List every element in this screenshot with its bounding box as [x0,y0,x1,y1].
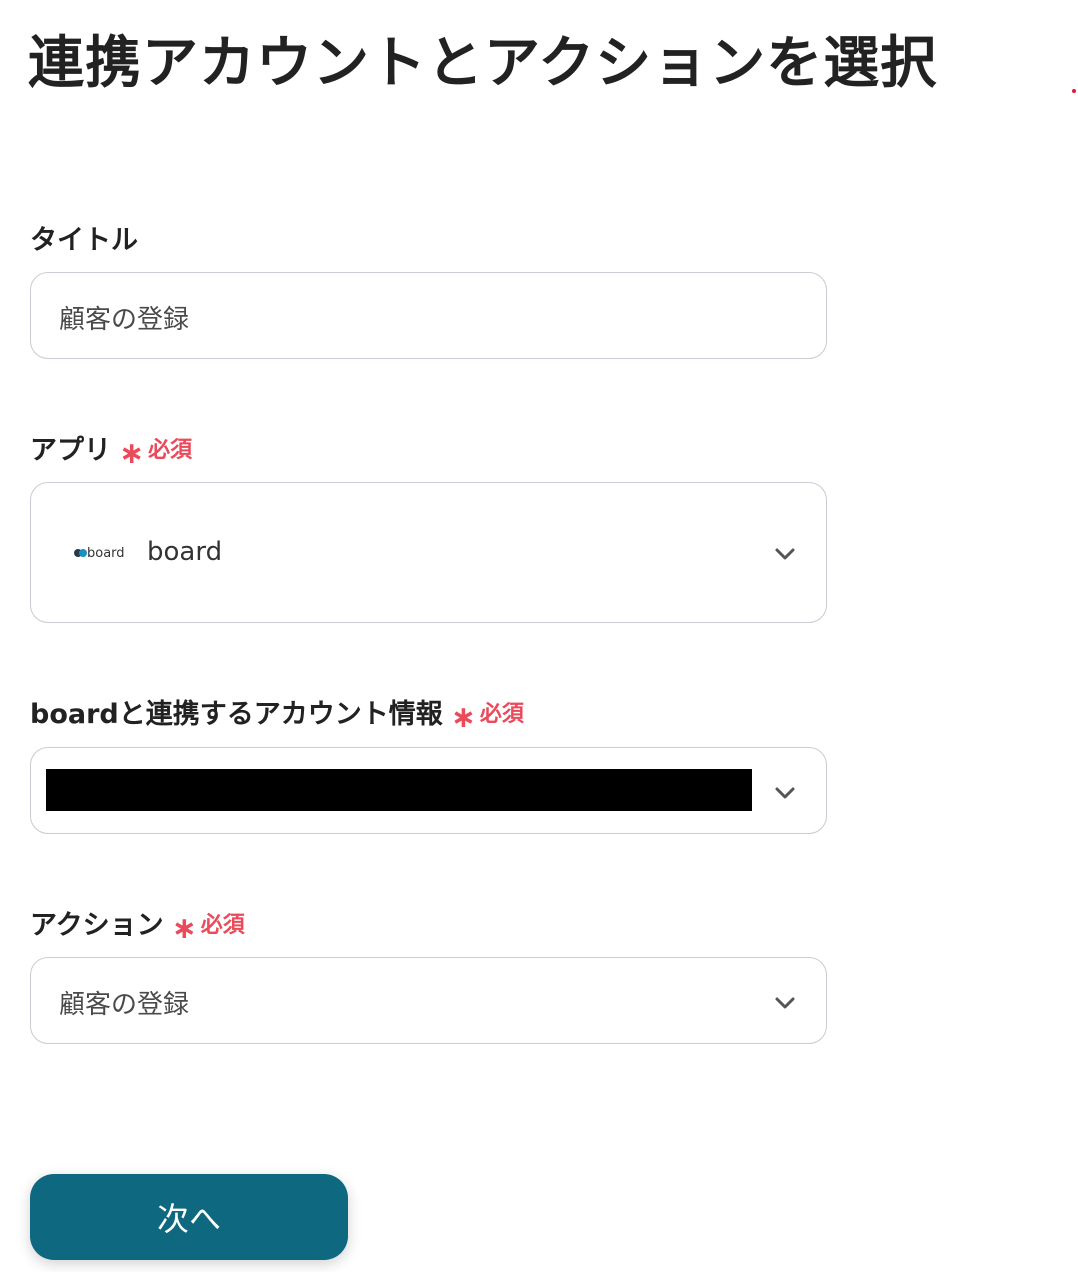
required-badge: 必須 [479,701,524,727]
board-logo-text: board [87,546,125,561]
redacted-account-value [46,769,752,811]
account-label-text: boardと連携するアカウント情報 [30,699,443,730]
app-select-value: board [147,537,223,567]
app-label-text: アプリ [30,435,111,466]
account-select[interactable] [30,747,827,834]
required-asterisk: ∗ [450,700,476,735]
chevron-down-icon[interactable] [774,786,796,800]
indicator-dot [1072,89,1076,93]
chevron-down-icon[interactable] [774,996,796,1010]
board-logo-icon: board [74,546,125,561]
action-label-text: アクション [30,910,164,941]
page-title: 連携アカウントとアクションを選択 [28,31,938,96]
required-badge: 必須 [148,437,193,463]
title-input-value: 顧客の登録 [59,305,190,335]
chevron-down-icon[interactable] [774,547,796,561]
title-input[interactable]: 顧客の登録 [30,272,827,359]
action-field-label: アクション ∗ 必須 [30,903,245,946]
required-asterisk: ∗ [171,911,197,946]
action-select[interactable]: 顧客の登録 [30,957,827,1044]
next-button[interactable]: 次へ [30,1174,348,1260]
app-select[interactable]: board board [30,482,827,623]
action-select-value: 顧客の登録 [59,990,190,1020]
required-badge: 必須 [200,912,245,938]
app-field-label: アプリ ∗ 必須 [30,428,193,471]
title-label-text: タイトル [30,225,138,256]
account-field-label: boardと連携するアカウント情報 ∗ 必須 [30,692,524,735]
required-asterisk: ∗ [119,436,145,471]
title-field-label: タイトル [30,218,138,257]
